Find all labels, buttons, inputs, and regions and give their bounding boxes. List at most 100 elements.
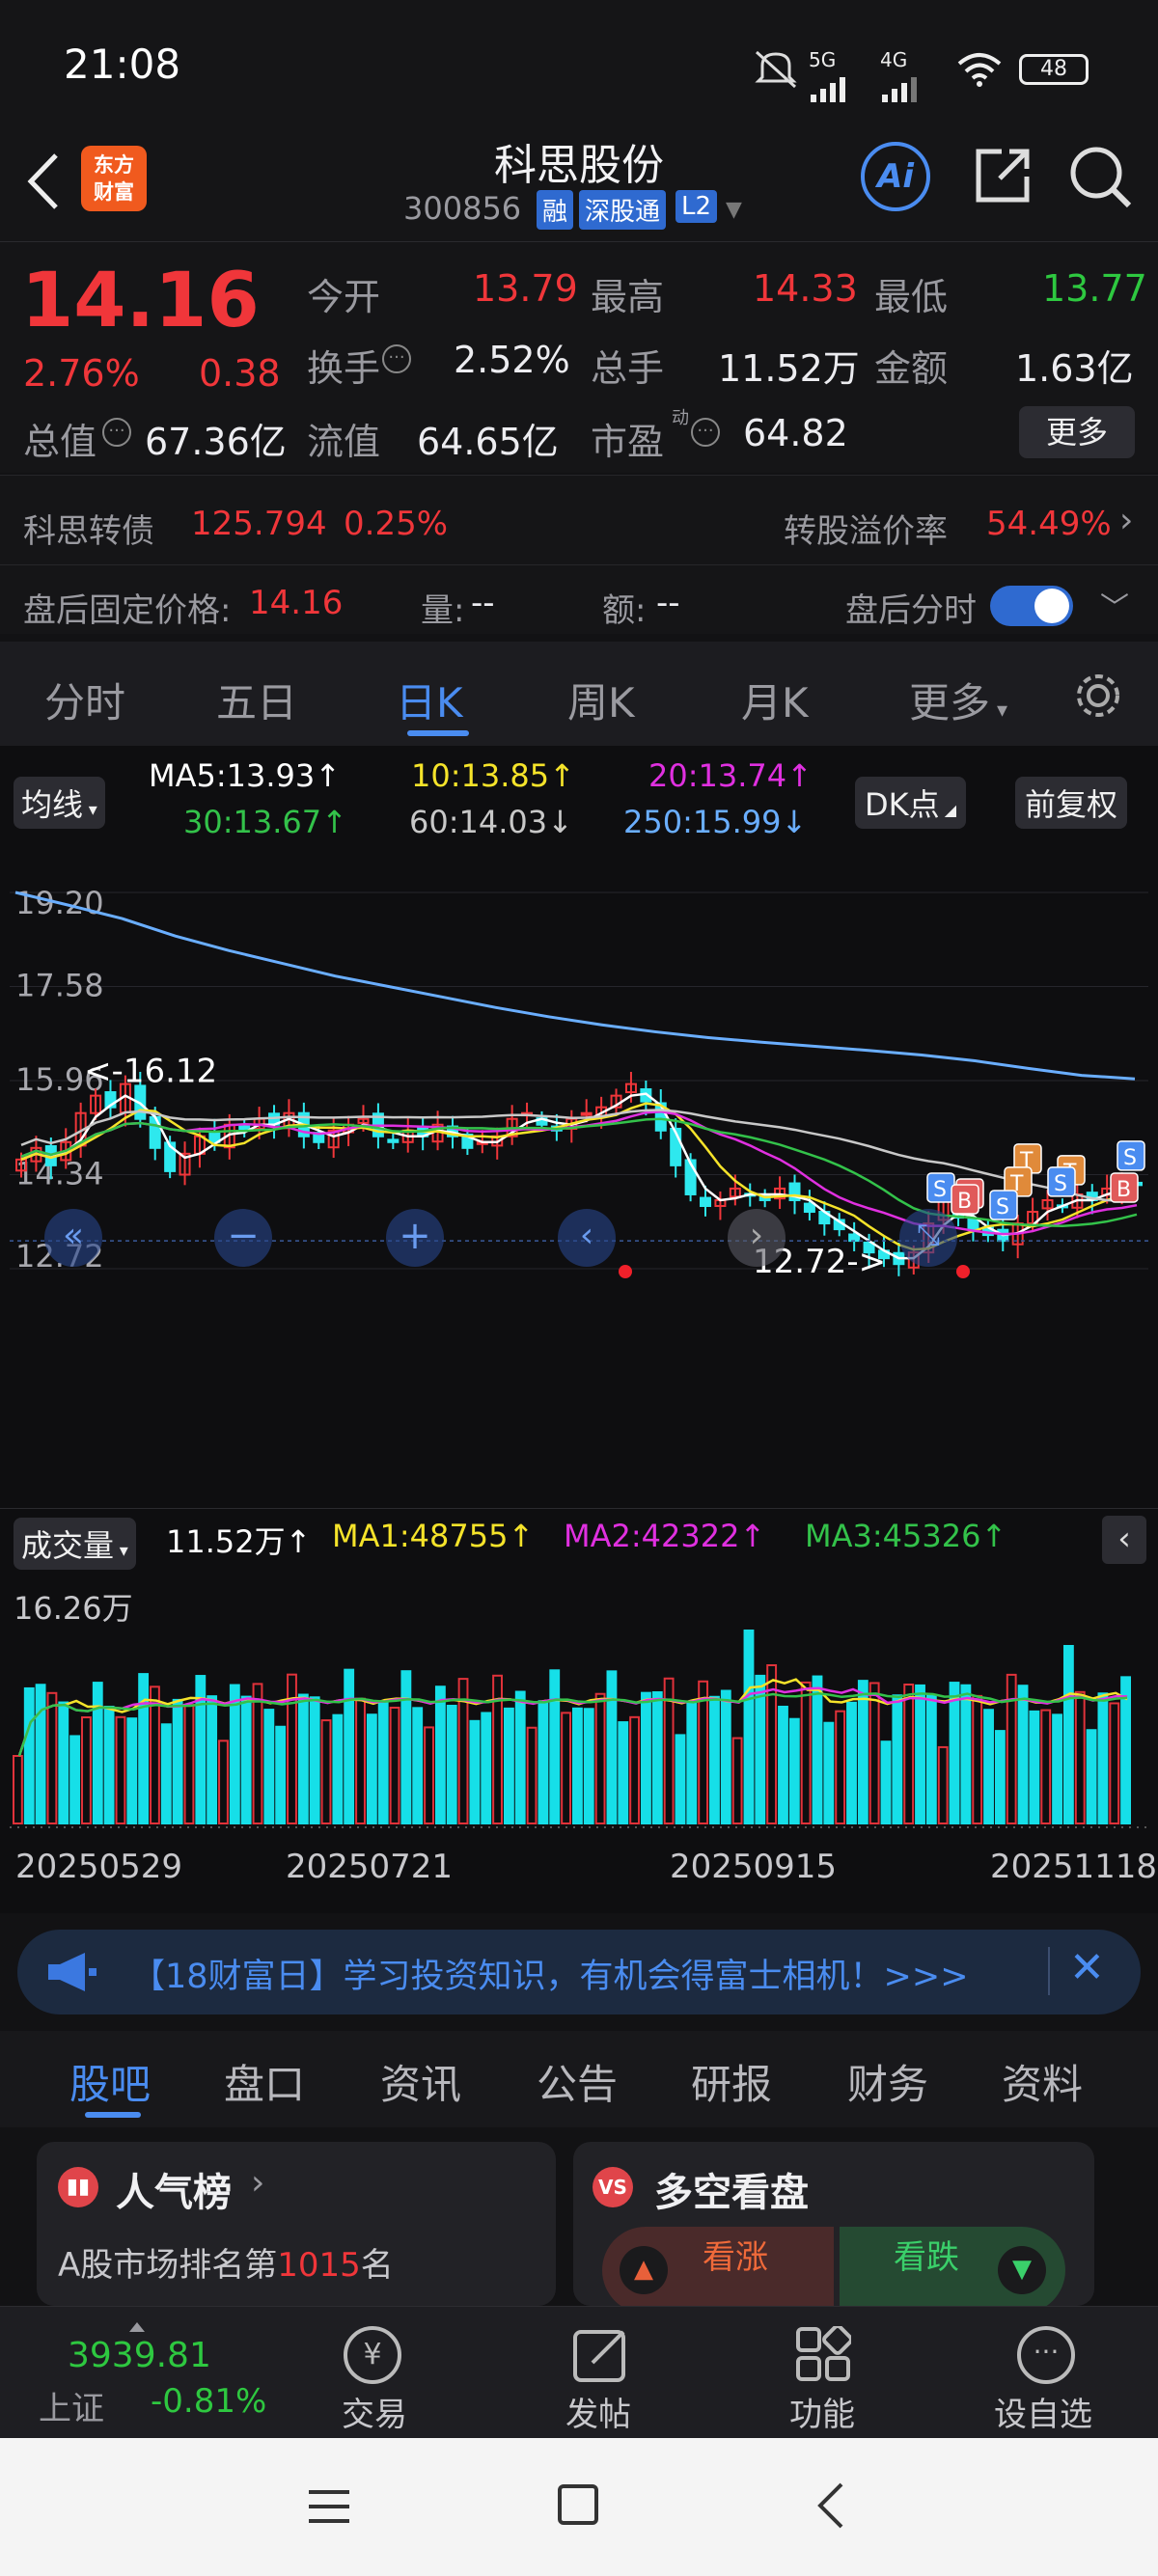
tab-daily-k[interactable]: 日K [396,671,463,729]
candle-body [387,1138,400,1143]
mktcap-label: 总值 [23,421,97,463]
close-icon[interactable]: ✕ [1069,1943,1105,1992]
mktcap-value: 67.36亿 [145,421,287,463]
popularity-card[interactable]: ▮▮ 人气榜 › A股市场排名第1015名 [37,2142,556,2306]
function-label[interactable]: 功能 [789,2388,855,2435]
volume-bar [263,1709,275,1824]
more-button[interactable]: 更多 [1019,406,1135,458]
scroll-left-fast-icon[interactable]: « [44,1209,102,1267]
fullscreen-icon[interactable]: ⤡ [899,1209,957,1267]
down-arrow-icon: ▼ [998,2246,1046,2294]
promo-banner[interactable]: 【18财富日】学习投资知识，有机会得富士相机！>>> ✕ [17,1930,1141,2014]
volume-bar [160,1723,172,1824]
scroll-right-icon[interactable]: › [728,1209,786,1267]
volume-bar [731,1737,743,1824]
tab-forum[interactable]: 股吧 [69,2052,151,2111]
tab-finance[interactable]: 财务 [847,2052,928,2111]
code-dropdown-icon[interactable]: ▼ [726,198,742,222]
volume-current: 11.52万↑ [166,1523,312,1560]
volume-bar [606,1670,618,1824]
watchlist-label[interactable]: 设自选 [994,2388,1092,2435]
volume-bar [218,1740,229,1824]
tab-announcement[interactable]: 公告 [537,2052,618,2111]
turnover-label: 换手 [307,347,381,390]
volume-bar [355,1697,366,1824]
volume-bar [1006,1673,1017,1825]
volume-bar [366,1713,377,1824]
bear-button[interactable]: 看跌 ▼ [840,2227,1065,2314]
grid-apps-icon[interactable] [795,2326,851,2382]
ma60-label: 60:14.03↓ [409,804,573,840]
toggle-knob [1034,589,1069,623]
tab-monthly-k[interactable]: 月K [741,671,809,729]
volume-bar [332,1713,344,1824]
mute-icon [753,48,799,89]
bond-name[interactable]: 科思转债 [23,505,154,552]
bull-bear-card[interactable]: VS 多空看盘 ▲ 看涨 看跌 ▼ [573,2142,1094,2314]
chevron-right-icon[interactable]: › [1119,501,1133,540]
volume-bar [594,1692,606,1824]
volume-bar [150,1685,160,1824]
candle-body [967,1218,979,1231]
volume-bar [743,1630,755,1824]
date-tick-1: 20250529 [15,1848,183,1886]
pe-info-icon[interactable]: ··· [691,418,720,447]
tab-timeshare[interactable]: 分时 [44,671,125,729]
dk-point-button[interactable]: DK点 ◢ [855,777,967,829]
volume-bar [514,1690,526,1824]
home-icon[interactable] [558,2484,598,2525]
info-icon[interactable]: ··· [102,418,131,447]
post-edit-icon[interactable] [571,2324,631,2384]
chart-badge-icon: ▮▮ [58,2167,98,2207]
zoom-out-icon[interactable]: − [214,1209,272,1267]
menu-icon[interactable] [307,2486,351,2527]
volume-chart[interactable]: 16.26万 [0,1571,1158,1831]
bull-button[interactable]: ▲ 看涨 [602,2227,834,2314]
volume-selector-label: 成交量 [21,1527,115,1564]
banner-text: 【18财富日】学习投资知识，有机会得富士相机！>>> [131,1958,969,1996]
volume-bar [115,1715,126,1824]
after-hours-toggle[interactable] [990,586,1073,626]
volume-selector[interactable]: 成交量 ▾ [14,1518,136,1570]
volume-bar [35,1684,46,1824]
tab-research[interactable]: 研报 [691,2052,772,2111]
more-dots-icon[interactable]: ··· [1017,2326,1075,2384]
post-label[interactable]: 发帖 [565,2388,631,2435]
tab-more-label: 更多 [909,679,991,726]
ai-button[interactable]: Ai [861,142,930,211]
volume-bar [1052,1713,1062,1824]
date-tick-4: 20251118 [990,1848,1158,1886]
trade-icon[interactable]: ¥ [344,2326,401,2384]
trade-marker-label: B [1117,1178,1131,1202]
volume-bar [788,1717,800,1825]
tab-five-day[interactable]: 五日 [216,671,297,729]
volume-bar [983,1709,994,1824]
volume-bar [778,1705,788,1825]
volume-bar [69,1735,81,1824]
back-nav-icon[interactable] [813,2480,847,2531]
volume-bar [538,1700,549,1824]
chevron-down-icon[interactable]: ﹀ [1100,584,1129,626]
index-value[interactable]: 3939.81 [68,2336,211,2375]
tab-orderbook[interactable]: 盘口 [224,2052,305,2111]
settings-gear-icon[interactable] [1071,669,1125,723]
system-nav-bar [0,2438,1158,2576]
turnover-info-icon[interactable]: ··· [382,344,411,373]
collapse-panel-icon[interactable]: ‹ [1102,1516,1146,1564]
volume-bar [240,1695,252,1824]
trade-label[interactable]: 交易 [342,2388,407,2435]
tab-weekly-k[interactable]: 周K [567,671,635,729]
volume-bar [720,1689,731,1824]
tab-profile[interactable]: 资料 [1002,2052,1083,2111]
share-icon[interactable] [971,144,1034,207]
tab-news[interactable]: 资讯 [380,2052,461,2111]
ma-selector[interactable]: 均线 ▾ [14,777,105,829]
adjust-button[interactable]: 前复权 [1015,777,1128,829]
ma250-value: 250:15.99 [623,804,782,840]
volume-bar [561,1712,572,1824]
scroll-left-icon[interactable]: ‹ [558,1209,616,1267]
chevron-right-icon: › [251,2163,265,2203]
tab-more[interactable]: 更多 ▾ [909,671,1007,729]
zoom-in-icon[interactable]: + [386,1209,444,1267]
search-icon[interactable] [1067,144,1135,211]
